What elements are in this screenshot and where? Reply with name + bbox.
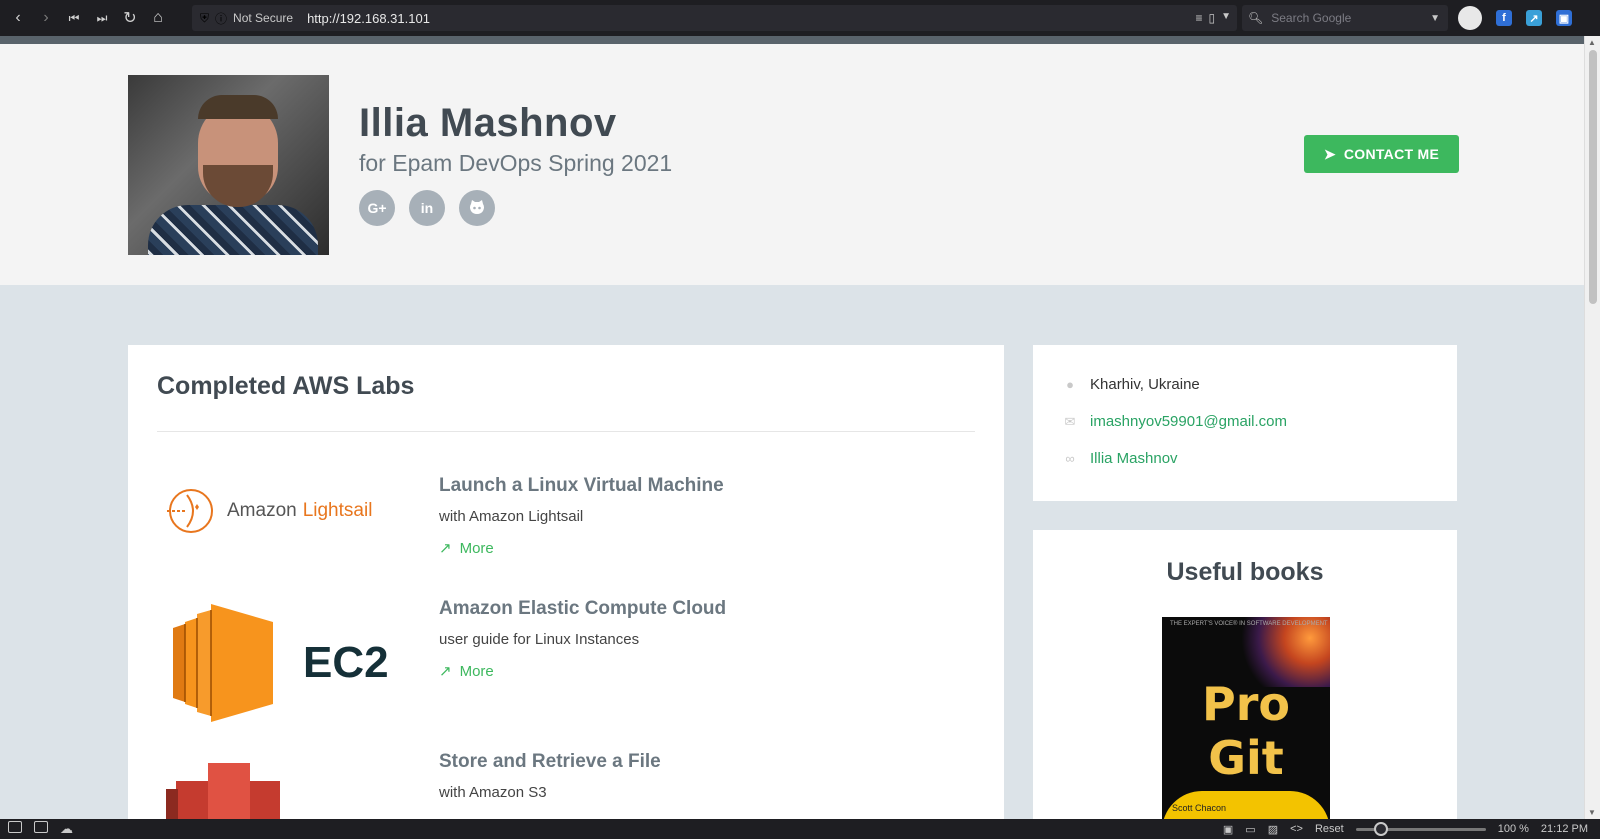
more-label: More [459,539,494,557]
lab-description: user guide for Linux Instances [439,631,640,648]
tile-toggle-icon[interactable] [34,821,48,833]
forward-icon[interactable]: › [32,4,60,32]
extensions-area: f ↗ ▣ [1458,6,1572,30]
books-title: Useful books [1166,558,1324,586]
page-top-strip [0,36,1584,44]
lab-title[interactable]: Store and Retrieve a File [439,751,661,773]
page-scrollbar[interactable]: ▲ ▼ [1584,36,1600,819]
scroll-up-icon[interactable]: ▲ [1588,38,1596,47]
useful-books-card: Useful books THE EXPERT'S VOICE® IN SOFT… [1033,530,1457,819]
lightsail-logo-text-b: Lightsail [302,500,373,521]
zoom-slider-knob[interactable] [1373,821,1388,836]
rewind-icon[interactable]: ⏮ [60,4,88,32]
address-bar[interactable]: ⛨ ⓘ Not Secure http://192.168.31.101 ≡ ▯… [192,5,1237,31]
profile-header: Illia Mashnov for Epam DevOps Spring 202… [0,44,1584,285]
lightsail-logo: Amazon Lightsail [165,487,372,535]
zoom-level: 100 % [1497,823,1529,835]
search-icon: 🔍︎ [1248,11,1264,25]
home-icon[interactable]: ⌂ [144,4,172,32]
lab-title[interactable]: Amazon Elastic Compute Cloud [439,598,726,620]
scroll-down-icon[interactable]: ▼ [1588,808,1596,817]
external-link-icon: ↗ [439,663,452,680]
contact-info-card: ● Kharhiv, Ukraine ✉ imashnyov59901@gmai… [1033,345,1457,501]
github-icon[interactable] [459,190,495,226]
search-bar[interactable]: 🔍︎ Search Google ▼ [1242,5,1448,31]
s3-logo [166,763,280,819]
scroll-thumb[interactable] [1589,50,1597,304]
extension-translate-icon[interactable]: ↗ [1526,10,1542,26]
pro-git-book-cover[interactable]: THE EXPERT'S VOICE® IN SOFTWARE DEVELOPM… [1162,617,1330,819]
book-cover-title: Pro Git [1201,677,1290,785]
labs-divider [157,431,975,432]
clock: 21:12 PM [1540,823,1588,835]
contact-me-label: CONTACT ME [1343,146,1440,162]
browser-statusbar: ☁ ▣ ▭ ▨ <> Reset 100 % 21:12 PM [0,819,1600,839]
url-text[interactable]: http://192.168.31.101 [307,11,430,26]
lab-more-link[interactable]: ↗ More [439,662,494,681]
code-icon[interactable]: <> [1290,823,1303,835]
search-engine-dropdown-icon[interactable]: ▼ [1430,13,1440,24]
s3-icon [166,763,280,819]
profile-name: Illia Mashnov [359,101,617,145]
back-icon[interactable]: ‹ [4,4,32,32]
location-text: Kharhiv, Ukraine [1090,376,1200,393]
email-link[interactable]: imashnyov59901@gmail.com [1090,413,1287,430]
extension-f-icon[interactable]: f [1496,10,1512,26]
lab-description: with Amazon Lightsail [439,508,584,525]
image-icon[interactable]: ▨ [1268,823,1278,836]
zoom-slider[interactable] [1355,821,1486,836]
lightsail-icon [167,489,213,533]
not-secure-label: Not Secure [233,11,294,25]
ec2-logo-text: EC2 [303,638,389,687]
email-row: ✉ imashnyov59901@gmail.com [1064,413,1287,430]
ec2-icon [173,604,273,722]
google-plus-icon[interactable]: G+ [359,190,395,226]
social-links: G+ in [359,190,495,226]
reload-icon[interactable]: ↻ [116,4,144,32]
linkedin-icon[interactable]: in [409,190,445,226]
reset-zoom-button[interactable]: Reset [1315,823,1344,835]
paper-plane-icon: ➤ [1323,145,1336,162]
lab-more-link[interactable]: ↗ More [439,539,494,558]
external-link-icon: ↗ [439,540,452,557]
book-cover-author: Scott Chacon [1172,803,1227,813]
reader-mode-icon[interactable]: ≡ [1195,11,1202,25]
bookmark-dropdown-icon[interactable]: ▼ [1221,11,1231,25]
info-icon[interactable]: ⓘ [215,10,227,27]
camera-icon[interactable]: ▣ [1223,823,1233,836]
ec2-logo: EC2 [173,604,389,722]
book-tagline: THE EXPERT'S VOICE® IN SOFTWARE DEVELOPM… [1170,621,1328,627]
profile-avatar[interactable] [1458,6,1482,30]
shield-icon: ⛨ [200,10,210,25]
panel-toggle-icon[interactable] [8,821,22,833]
extension-window-icon[interactable]: ▣ [1556,10,1572,26]
aws-labs-card: Completed AWS Labs Amazon Lightsail Laun… [128,345,1004,819]
more-label: More [459,662,494,680]
lightsail-logo-text-a: Amazon [227,500,297,521]
envelope-icon: ✉ [1064,413,1076,429]
link-icon: ∞ [1065,451,1075,466]
map-marker-icon: ● [1066,377,1074,392]
search-input[interactable]: Search Google [1271,11,1351,25]
location-row: ● Kharhiv, Ukraine [1064,376,1200,393]
lab-title[interactable]: Launch a Linux Virtual Machine [439,475,724,497]
window-icon[interactable]: ▭ [1245,823,1255,836]
profile-link[interactable]: Illia Mashnov [1090,450,1178,467]
labs-title: Completed AWS Labs [157,372,415,400]
bookmark-icon[interactable]: ▯ [1208,11,1215,25]
profile-photo [128,75,329,255]
contact-me-button[interactable]: ➤ CONTACT ME [1304,135,1459,173]
cloud-icon[interactable]: ☁ [60,821,73,837]
fast-forward-icon[interactable]: ⏭ [88,4,116,32]
profile-subtitle: for Epam DevOps Spring 2021 [359,150,673,176]
link-row: ∞ Illia Mashnov [1064,450,1178,467]
lab-description: with Amazon S3 [439,784,547,801]
